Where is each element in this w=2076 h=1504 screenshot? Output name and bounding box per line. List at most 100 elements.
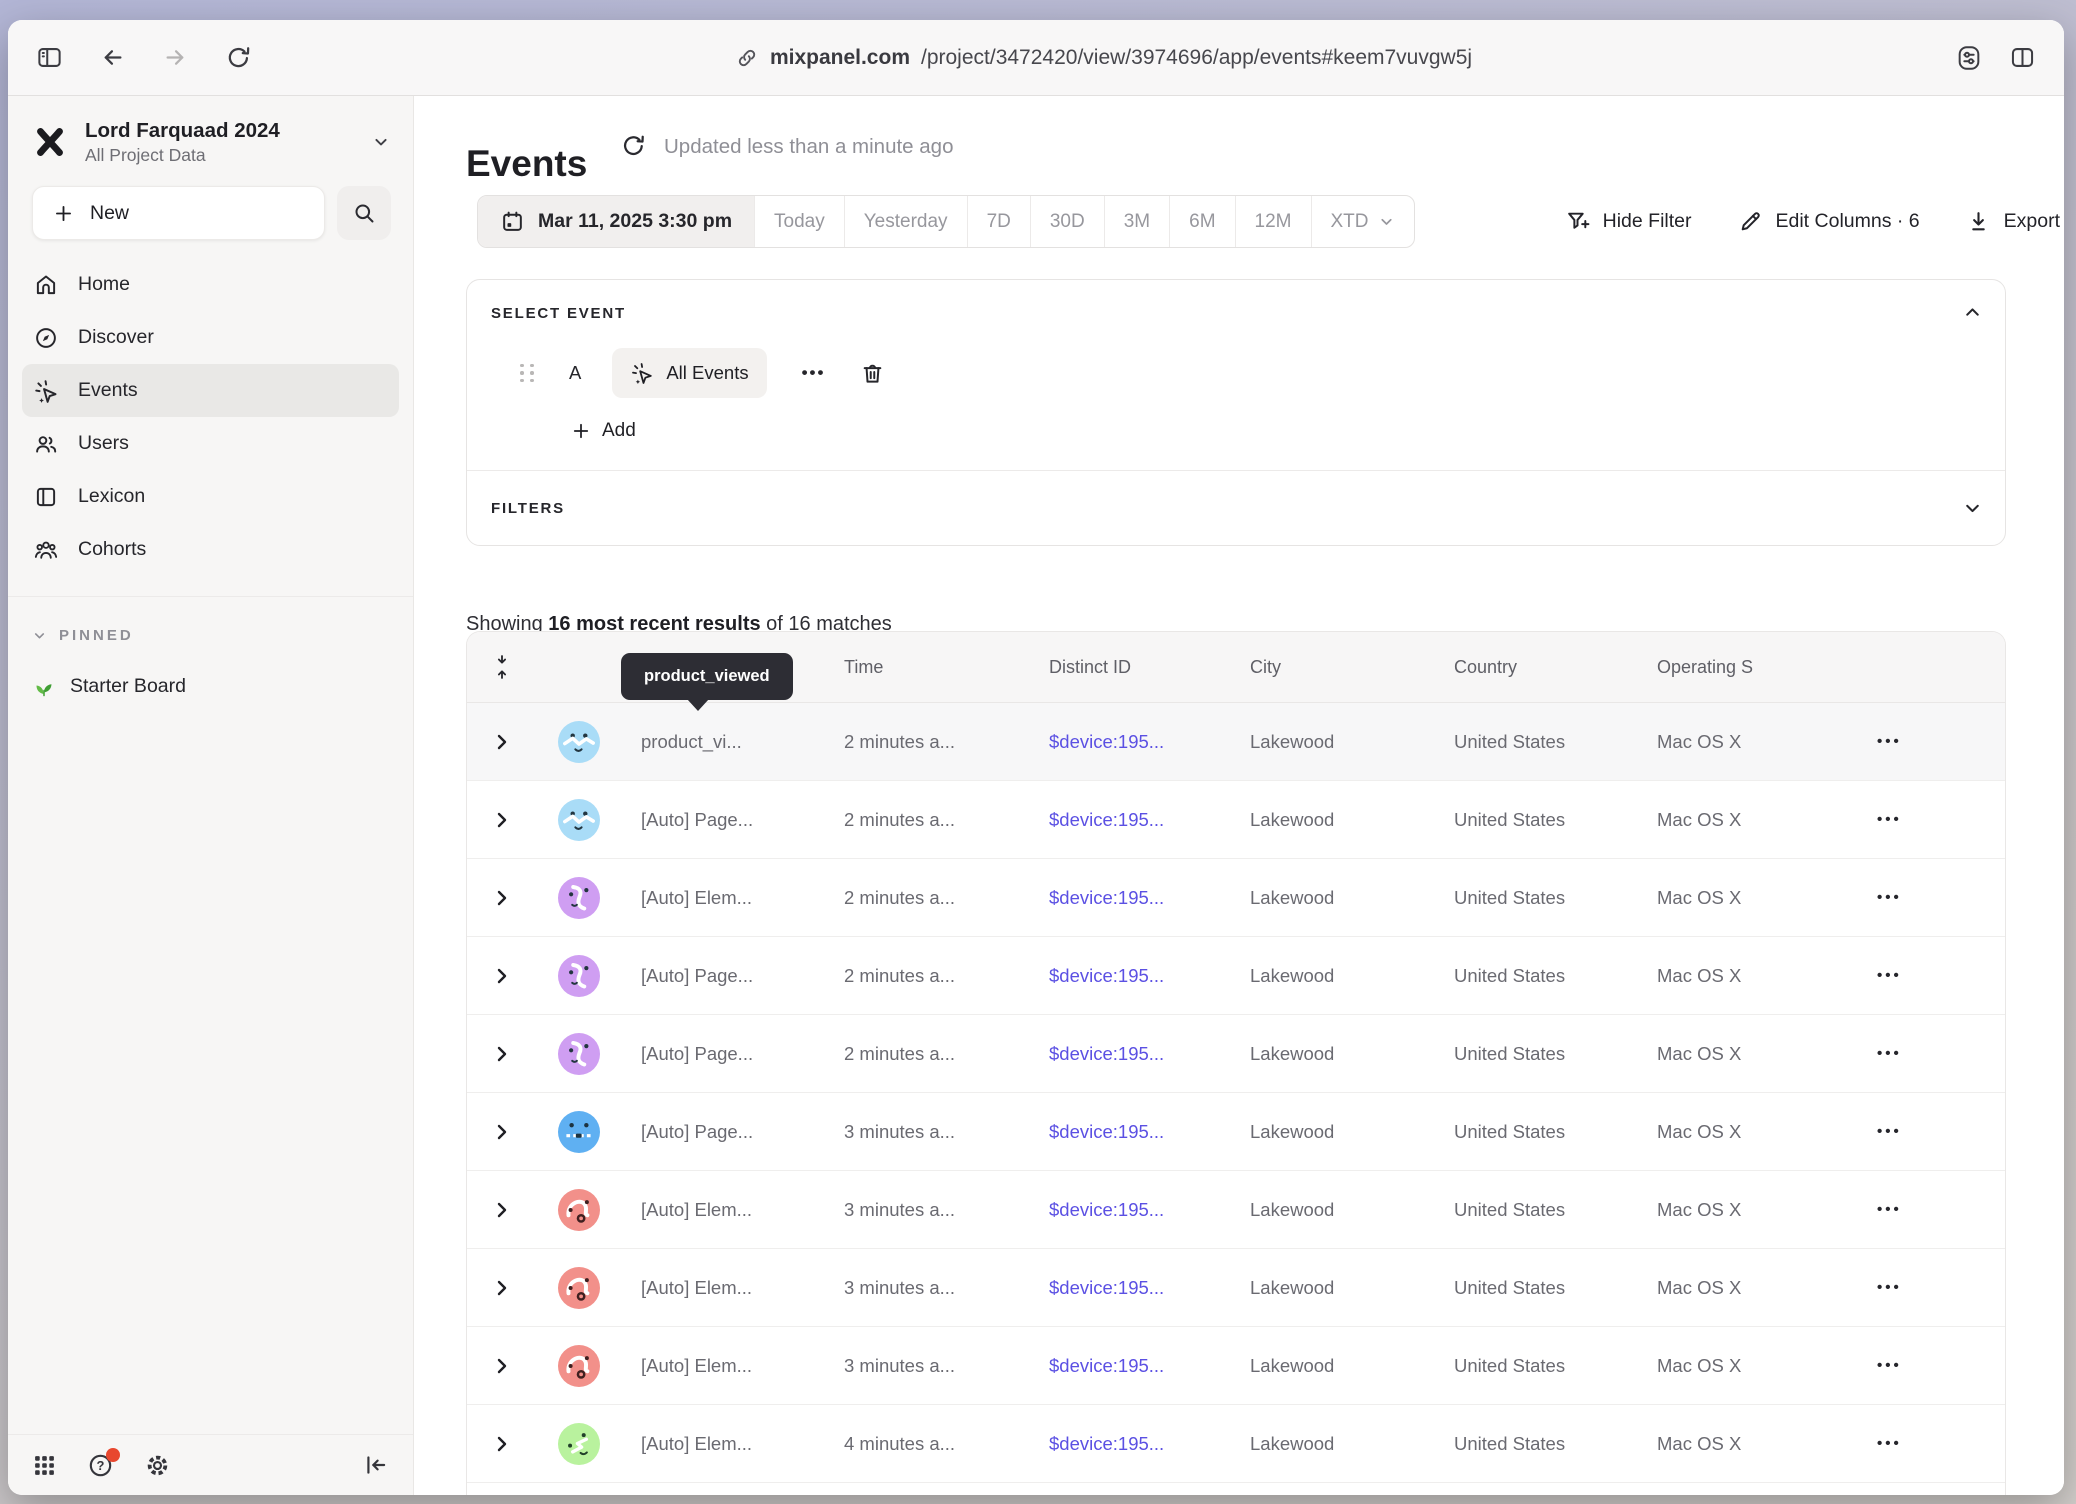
help-icon[interactable]: ? — [87, 1452, 114, 1479]
row-actions-button[interactable]: ••• — [1877, 1123, 1902, 1140]
reload-icon[interactable] — [225, 44, 252, 71]
event-selector-chip[interactable]: All Events — [612, 348, 766, 398]
distinct-id-link[interactable]: $device:195... — [1049, 1277, 1250, 1299]
collapse-all-rows-icon[interactable] — [491, 654, 513, 680]
table-row[interactable]: [Auto] Elem... 4 minutes a... $device:19… — [467, 1405, 2005, 1483]
expand-row-chevron[interactable] — [495, 732, 509, 752]
collapse-sidebar-icon[interactable] — [363, 1452, 389, 1478]
range-segment-3m[interactable]: 3M — [1104, 196, 1169, 247]
row-actions-button[interactable]: ••• — [1877, 1045, 1902, 1062]
row-actions-button[interactable]: ••• — [1877, 811, 1902, 828]
event-more-options-icon[interactable]: ••• — [796, 362, 832, 384]
event-name[interactable]: [Auto] Page... — [641, 1121, 844, 1143]
row-actions-button[interactable]: ••• — [1877, 1357, 1902, 1374]
table-row[interactable] — [467, 1483, 2005, 1495]
range-segment-xtd[interactable]: XTD — [1311, 196, 1414, 247]
date-picker-segment[interactable]: Mar 11, 2025 3:30 pm — [478, 196, 754, 247]
expand-row-chevron[interactable] — [495, 1356, 509, 1376]
table-row[interactable]: [Auto] Elem... 3 minutes a... $device:19… — [467, 1171, 2005, 1249]
refresh-icon[interactable] — [620, 132, 647, 159]
drag-handle[interactable] — [520, 364, 535, 383]
sidebar-item-home[interactable]: Home — [8, 258, 413, 311]
sidebar-item-discover[interactable]: Discover — [8, 311, 413, 364]
delete-event-icon[interactable] — [860, 361, 885, 386]
range-segment-yesterday[interactable]: Yesterday — [844, 196, 967, 247]
range-segment-30d[interactable]: 30D — [1030, 196, 1104, 247]
column-header-distinct-id[interactable]: Distinct ID — [1049, 657, 1250, 678]
forward-icon[interactable] — [162, 44, 189, 71]
distinct-id-link[interactable]: $device:195... — [1049, 1433, 1250, 1455]
distinct-id-link[interactable]: $device:195... — [1049, 1043, 1250, 1065]
search-button[interactable] — [337, 186, 391, 240]
hide-filter-button[interactable]: Hide Filter — [1565, 209, 1692, 234]
export-button[interactable]: Export — [1966, 209, 2060, 234]
column-header-city[interactable]: City — [1250, 657, 1454, 678]
range-segment-12m[interactable]: 12M — [1235, 196, 1311, 247]
row-actions-button[interactable]: ••• — [1877, 1279, 1902, 1296]
distinct-id-link[interactable]: $device:195... — [1049, 965, 1250, 987]
event-name[interactable]: [Auto] Elem... — [641, 1199, 844, 1221]
settings-gear-icon[interactable] — [144, 1452, 171, 1479]
event-name[interactable]: [Auto] Elem... — [641, 887, 844, 909]
collapse-section-chevron-up-icon[interactable] — [1962, 302, 1983, 323]
apps-grid-icon[interactable] — [32, 1453, 57, 1478]
event-name[interactable]: [Auto] Page... — [641, 1043, 844, 1065]
distinct-id-link[interactable]: $device:195... — [1049, 731, 1250, 753]
new-button[interactable]: New — [32, 186, 325, 240]
table-row[interactable]: [Auto] Elem... 2 minutes a... $device:19… — [467, 859, 2005, 937]
column-header-os[interactable]: Operating S — [1657, 657, 1877, 678]
expand-row-chevron[interactable] — [495, 1044, 509, 1064]
add-event-button[interactable]: Add — [571, 420, 636, 442]
row-actions-button[interactable]: ••• — [1877, 1201, 1902, 1218]
back-icon[interactable] — [99, 44, 126, 71]
row-actions-button[interactable]: ••• — [1877, 889, 1902, 906]
event-name[interactable]: [Auto] Elem... — [641, 1433, 844, 1455]
split-view-icon[interactable] — [2009, 44, 2036, 71]
event-name[interactable]: [Auto] Page... — [641, 809, 844, 831]
event-name[interactable]: product_vi... — [641, 731, 844, 753]
table-row[interactable]: [Auto] Elem... 3 minutes a... $device:19… — [467, 1249, 2005, 1327]
row-actions-button[interactable]: ••• — [1877, 967, 1902, 984]
sidebar-item-events[interactable]: Events — [22, 364, 399, 417]
range-segment-6m[interactable]: 6M — [1169, 196, 1234, 247]
expand-row-chevron[interactable] — [495, 810, 509, 830]
expand-row-chevron[interactable] — [495, 888, 509, 908]
pinned-item-starter-board[interactable]: Starter Board — [8, 674, 413, 698]
expand-row-chevron[interactable] — [495, 966, 509, 986]
sidebar-toggle-icon[interactable] — [36, 44, 63, 71]
distinct-id-link[interactable]: $device:195... — [1049, 1121, 1250, 1143]
pinned-section-header[interactable]: PINNED — [8, 627, 413, 644]
column-header-country[interactable]: Country — [1454, 657, 1657, 678]
distinct-id-link[interactable]: $device:195... — [1049, 887, 1250, 909]
range-segment-7d[interactable]: 7D — [967, 196, 1030, 247]
sidebar-item-lexicon[interactable]: Lexicon — [8, 470, 413, 523]
expand-row-chevron[interactable] — [495, 1434, 509, 1454]
expand-row-chevron[interactable] — [495, 1122, 509, 1142]
expand-row-chevron[interactable] — [495, 1278, 509, 1298]
distinct-id-link[interactable]: $device:195... — [1049, 809, 1250, 831]
sidebar-item-users[interactable]: Users — [8, 417, 413, 470]
distinct-id-link[interactable]: $device:195... — [1049, 1199, 1250, 1221]
event-name[interactable]: [Auto] Page... — [641, 965, 844, 987]
project-switcher[interactable]: Lord Farquaad 2024 All Project Data — [8, 96, 413, 166]
table-row[interactable]: [Auto] Page... 2 minutes a... $device:19… — [467, 781, 2005, 859]
edit-columns-button[interactable]: Edit Columns · 6 — [1738, 209, 1920, 234]
table-row[interactable]: [Auto] Elem... 3 minutes a... $device:19… — [467, 1327, 2005, 1405]
table-row[interactable]: product_vi... 2 minutes a... $device:195… — [467, 703, 2005, 781]
row-actions-button[interactable]: ••• — [1877, 1435, 1902, 1452]
event-name[interactable]: [Auto] Elem... — [641, 1277, 844, 1299]
table-row[interactable]: [Auto] Page... 3 minutes a... $device:19… — [467, 1093, 2005, 1171]
event-name[interactable]: [Auto] Elem... — [641, 1355, 844, 1377]
row-actions-button[interactable]: ••• — [1877, 733, 1902, 750]
expand-row-chevron[interactable] — [495, 1200, 509, 1220]
range-segment-today[interactable]: Today — [754, 196, 844, 247]
sidebar-item-cohorts[interactable]: Cohorts — [8, 523, 413, 576]
browser-actions — [1955, 44, 2036, 72]
address-bar[interactable]: mixpanel.com/project/3472420/view/397469… — [252, 46, 1955, 70]
expand-section-chevron-down-icon[interactable] — [1962, 498, 1983, 519]
distinct-id-link[interactable]: $device:195... — [1049, 1355, 1250, 1377]
table-row[interactable]: [Auto] Page... 2 minutes a... $device:19… — [467, 937, 2005, 1015]
table-row[interactable]: [Auto] Page... 2 minutes a... $device:19… — [467, 1015, 2005, 1093]
column-header-time[interactable]: Time — [844, 657, 1049, 678]
page-settings-icon[interactable] — [1955, 44, 1983, 72]
